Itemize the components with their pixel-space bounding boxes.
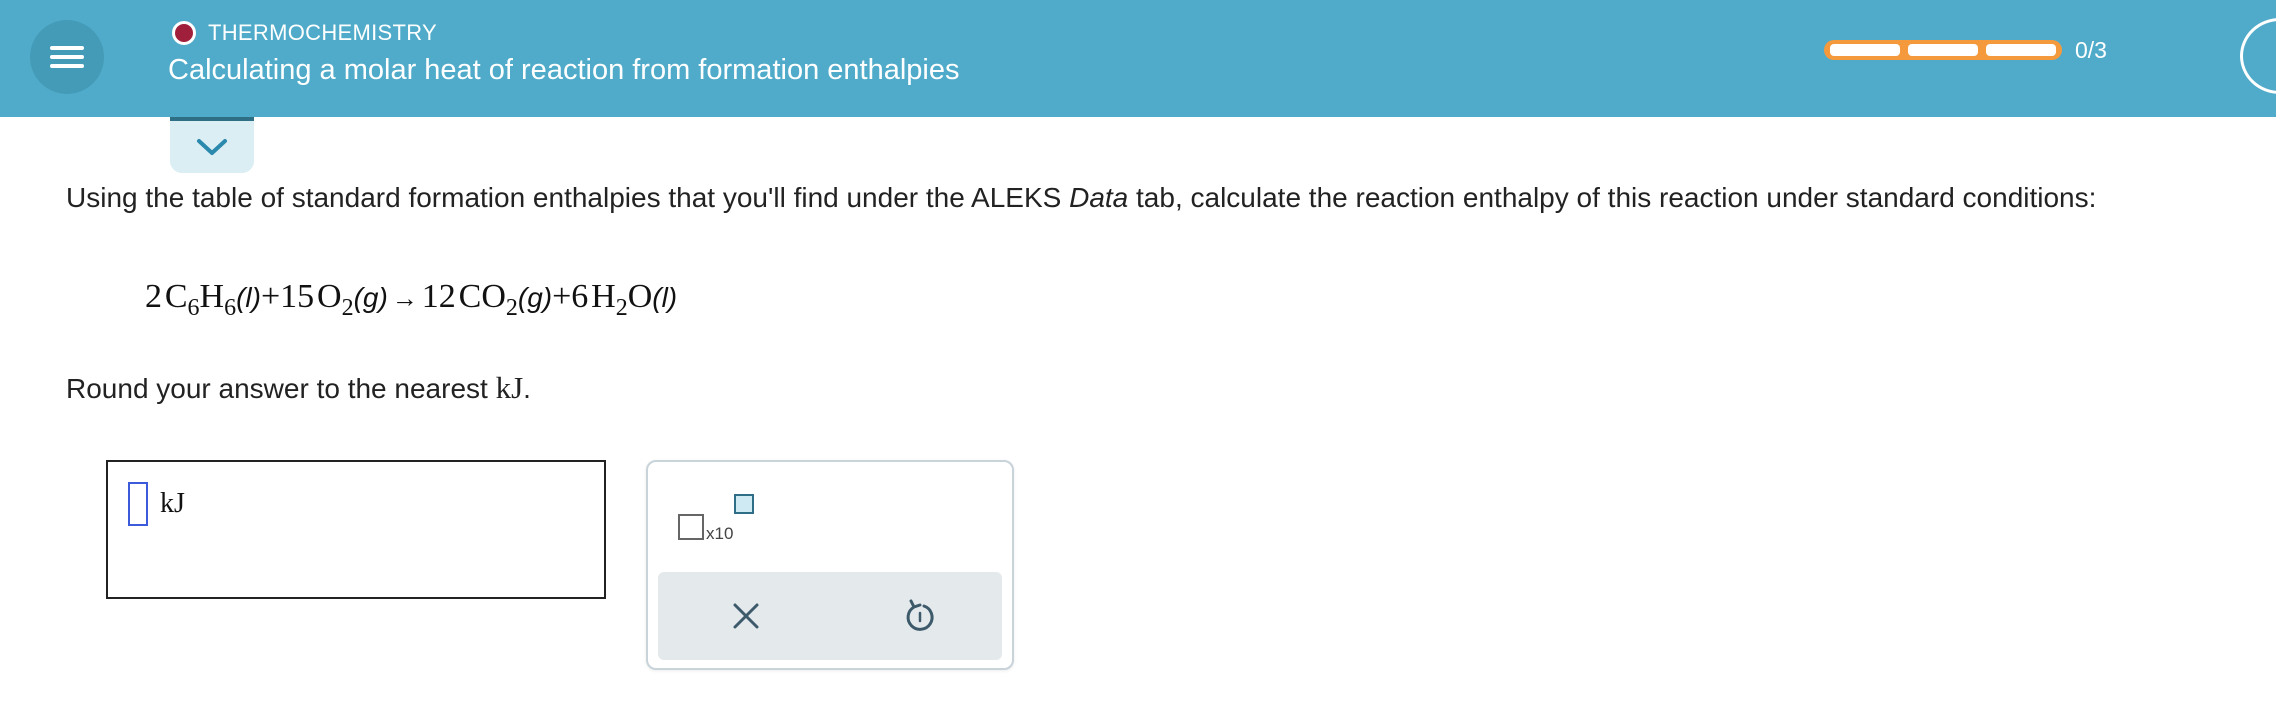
page-title: Calculating a molar heat of reaction fro… (168, 54, 960, 86)
answer-input[interactable] (128, 482, 148, 526)
equation-plus: + (552, 278, 572, 315)
chevron-down-icon (197, 139, 227, 155)
equation-coefficient: 6 (571, 278, 589, 315)
palette-action-bar (658, 572, 1002, 660)
question-intro: Using the table of standard formation en… (66, 182, 1070, 213)
progress-segment (1908, 44, 1978, 56)
undo-button[interactable] (894, 590, 946, 642)
equation-subscript: 6 (224, 295, 237, 321)
equation-subscript: 2 (341, 295, 354, 321)
equation-coefficient: 2 (145, 278, 162, 315)
topic-status-icon (172, 21, 196, 45)
progress-bar (1824, 40, 2062, 60)
equation-subscript: 2 (615, 295, 628, 321)
chemical-equation: 2 C6H6(l)+15 O2(g) → 12 CO2(g)+6 H2O(l) (145, 278, 678, 320)
equation-element: H (591, 278, 616, 315)
answer-area: kJ (106, 460, 606, 599)
menu-icon-bar (50, 55, 84, 59)
menu-button[interactable] (30, 20, 104, 94)
progress-count: 0/3 (2075, 37, 2107, 63)
rounding-period: . (523, 373, 531, 404)
scientific-notation-button[interactable]: x10 (678, 490, 758, 543)
rounding-text: Round your answer to the nearest (66, 373, 496, 404)
menu-icon-bar (50, 64, 84, 68)
equation-element: H (199, 278, 225, 315)
equation-element: C (164, 278, 188, 315)
undo-icon (906, 599, 934, 631)
equation-element: O (627, 278, 653, 315)
topic-heading: THERMOCHEMISTRY (172, 20, 437, 46)
equation-subscript: 6 (187, 295, 200, 321)
equation-coefficient: 12 (421, 278, 456, 315)
times-ten-label: x10 (706, 524, 734, 543)
math-tool-palette: x10 (646, 460, 1014, 670)
equation-subscript: 2 (505, 295, 518, 321)
collapse-header-button[interactable] (170, 117, 254, 173)
menu-icon (50, 46, 84, 50)
rounding-unit: kJ (495, 370, 524, 405)
equation-coefficient: 15 (280, 278, 315, 315)
question-intro-end: tab, calculate the reaction enthalpy of … (1128, 182, 2097, 213)
question-text: Using the table of standard formation en… (66, 180, 2256, 215)
equation-element: O (317, 278, 342, 315)
equation-phase: (l) (236, 282, 261, 313)
equation-element: CO (458, 278, 506, 315)
profile-button[interactable] (2240, 18, 2276, 94)
exponent-box-icon (734, 494, 754, 514)
scientific-notation-icon (678, 514, 704, 540)
answer-unit: kJ (160, 488, 185, 519)
equation-phase: (l) (652, 282, 678, 313)
reaction-arrow-icon: → (391, 284, 418, 313)
top-header: THERMOCHEMISTRY Calculating a molar heat… (0, 0, 2276, 117)
equation-phase: (g) (517, 282, 553, 313)
equation-plus: + (260, 278, 281, 315)
progress-segment (1986, 44, 2056, 56)
equation-phase: (g) (353, 282, 388, 313)
topic-label: THERMOCHEMISTRY (208, 20, 437, 45)
rounding-instruction: Round your answer to the nearest kJ. (66, 370, 531, 406)
data-tab-reference: Data (1069, 182, 1129, 213)
clear-button[interactable] (720, 590, 772, 642)
clear-icon (733, 603, 759, 629)
progress-segment (1830, 44, 1900, 56)
